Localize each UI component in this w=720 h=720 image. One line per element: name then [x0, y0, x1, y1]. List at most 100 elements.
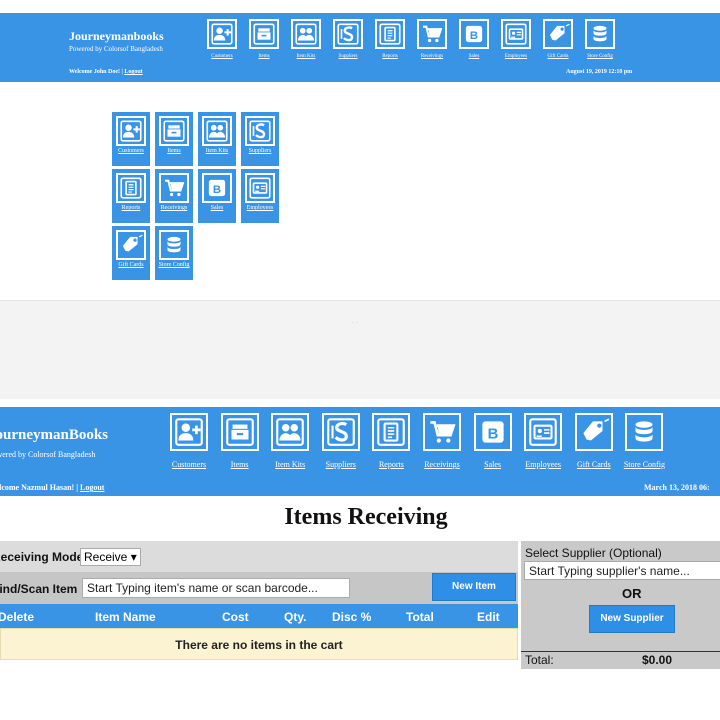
nav-item-store-config[interactable]: Store Config — [580, 19, 620, 59]
module-label[interactable]: Customers — [112, 148, 150, 155]
column-header: Cost — [222, 610, 249, 624]
nav-label[interactable]: Store Config — [580, 54, 620, 59]
top-header: Journeymanbooks Powered by Colorsof Bang… — [0, 13, 720, 82]
nav-item-item-kits[interactable]: Item Kits — [264, 413, 316, 469]
nav-item-customers[interactable]: Customers — [163, 413, 215, 469]
header-datetime: March 13, 2018 06: — [644, 483, 710, 492]
module-tile-employees[interactable]: Employees — [241, 169, 279, 223]
supplier-search-input[interactable]: Start Typing supplier's name... — [524, 561, 720, 580]
nav-label[interactable]: Customers — [202, 54, 242, 59]
brand-title: JourneymanBooks — [0, 427, 109, 443]
nav-label[interactable]: Reports — [370, 54, 410, 59]
module-tile-gift-cards[interactable]: Gift Cards — [112, 226, 150, 280]
header-datetime: August 19, 2019 12:10 pm — [566, 69, 633, 75]
nav-label[interactable]: Suppliers — [315, 460, 367, 469]
svg-text:B: B — [213, 184, 221, 196]
nav-item-reports[interactable]: Reports — [365, 413, 417, 469]
receiving-mode-select[interactable]: Receive ▾ — [80, 548, 141, 566]
module-label[interactable]: Employees — [241, 205, 279, 212]
items-icon — [220, 413, 259, 451]
module-label[interactable]: Items — [155, 148, 193, 155]
column-header: Edit — [477, 610, 500, 624]
nav-label[interactable]: Items — [214, 460, 266, 469]
store-config-icon — [585, 19, 615, 49]
nav-label[interactable]: Items — [244, 54, 284, 59]
welcome-text: Welcome John Doe! | Logout — [69, 69, 143, 75]
gift-cards-icon — [543, 19, 573, 49]
welcome-user: Welcome John Doe! | — [69, 69, 123, 75]
find-item-bar: Find/Scan Item Start Typing item's name … — [0, 572, 518, 604]
nav-item-suppliers[interactable]: Suppliers — [328, 19, 368, 59]
nav-item-gift-cards[interactable]: Gift Cards — [568, 413, 620, 469]
nav-item-sales[interactable]: B Sales — [454, 19, 494, 59]
total-label: Total: — [525, 653, 554, 667]
nav-label[interactable]: Reports — [365, 460, 417, 469]
nav-label[interactable]: Store Config — [618, 460, 670, 469]
app-header: JourneymanBooks Powered by Colorsof Bang… — [0, 407, 720, 496]
items-icon — [159, 116, 189, 146]
nav-item-sales[interactable]: B Sales — [467, 413, 519, 469]
nav-item-reports[interactable]: Reports — [370, 19, 410, 59]
nav-item-employees[interactable]: Employees — [517, 413, 569, 469]
nav-item-item-kits[interactable]: Item Kits — [286, 19, 326, 59]
welcome-user: Welcome Nazmul Hasan! | — [0, 483, 78, 492]
new-supplier-button[interactable]: New Supplier — [589, 605, 675, 633]
new-item-button[interactable]: New Item — [432, 573, 516, 601]
module-tile-customers[interactable]: Customers — [112, 112, 150, 166]
nav-item-suppliers[interactable]: Suppliers — [315, 413, 367, 469]
cart-table-header: Delete Item Name Cost Qty. Disc % Total … — [0, 604, 518, 628]
module-label[interactable]: Gift Cards — [112, 262, 150, 269]
module-label[interactable]: Suppliers — [241, 148, 279, 155]
module-tile-store-config[interactable]: Store Config — [155, 226, 193, 280]
module-label[interactable]: Sales — [198, 205, 236, 212]
sales-icon: B — [202, 173, 232, 203]
footer-dots: ·· — [352, 320, 360, 326]
module-tile-sales[interactable]: B Sales — [198, 169, 236, 223]
nav-item-receivings[interactable]: Receivings — [416, 413, 468, 469]
module-tile-item-kits[interactable]: Item Kits — [198, 112, 236, 166]
module-tile-suppliers[interactable]: Suppliers — [241, 112, 279, 166]
module-tile-items[interactable]: Items — [155, 112, 193, 166]
brand-title: Journeymanbooks — [69, 29, 164, 43]
gift-cards-icon — [116, 230, 146, 260]
nav-label[interactable]: Receivings — [412, 54, 452, 59]
module-tile-receivings[interactable]: Receivings — [155, 169, 193, 223]
column-header: Delete — [0, 610, 35, 624]
item-search-input[interactable]: Start Typing item's name or scan barcode… — [82, 578, 350, 598]
nav-label[interactable]: Sales — [467, 460, 519, 469]
nav-item-receivings[interactable]: Receivings — [412, 19, 452, 59]
reports-icon — [372, 413, 411, 451]
nav-label[interactable]: Receivings — [416, 460, 468, 469]
reports-icon — [116, 173, 146, 203]
items-icon — [249, 19, 279, 49]
nav-item-customers[interactable]: Customers — [202, 19, 242, 59]
nav-label[interactable]: Sales — [454, 54, 494, 59]
nav-label[interactable]: Item Kits — [264, 460, 316, 469]
nav-label[interactable]: Customers — [163, 460, 215, 469]
nav-label[interactable]: Gift Cards — [568, 460, 620, 469]
svg-text:B: B — [470, 30, 478, 42]
nav-item-store-config[interactable]: Store Config — [618, 413, 670, 469]
nav-label[interactable]: Suppliers — [328, 54, 368, 59]
nav-label[interactable]: Item Kits — [286, 54, 326, 59]
module-label[interactable]: Item Kits — [198, 148, 236, 155]
nav-item-employees[interactable]: Employees — [496, 19, 536, 59]
customers-icon — [116, 116, 146, 146]
nav-item-items[interactable]: Items — [244, 19, 284, 59]
supplier-panel: Select Supplier (Optional) Start Typing … — [521, 541, 720, 669]
supplier-label: Select Supplier (Optional) — [525, 546, 662, 560]
nav-label[interactable]: Gift Cards — [538, 54, 578, 59]
module-tile-reports[interactable]: Reports — [112, 169, 150, 223]
nav-item-items[interactable]: Items — [214, 413, 266, 469]
nav-item-gift-cards[interactable]: Gift Cards — [538, 19, 578, 59]
customers-icon — [170, 413, 208, 451]
logout-link[interactable]: Logout — [80, 483, 104, 492]
nav-label[interactable]: Employees — [496, 54, 536, 59]
suppliers-icon — [321, 413, 360, 451]
logout-link[interactable]: Logout — [124, 69, 142, 75]
nav-label[interactable]: Employees — [517, 460, 569, 469]
store-config-icon — [159, 230, 189, 260]
module-label[interactable]: Receivings — [155, 205, 193, 212]
module-label[interactable]: Reports — [112, 205, 150, 212]
module-label[interactable]: Store Config — [155, 262, 193, 269]
